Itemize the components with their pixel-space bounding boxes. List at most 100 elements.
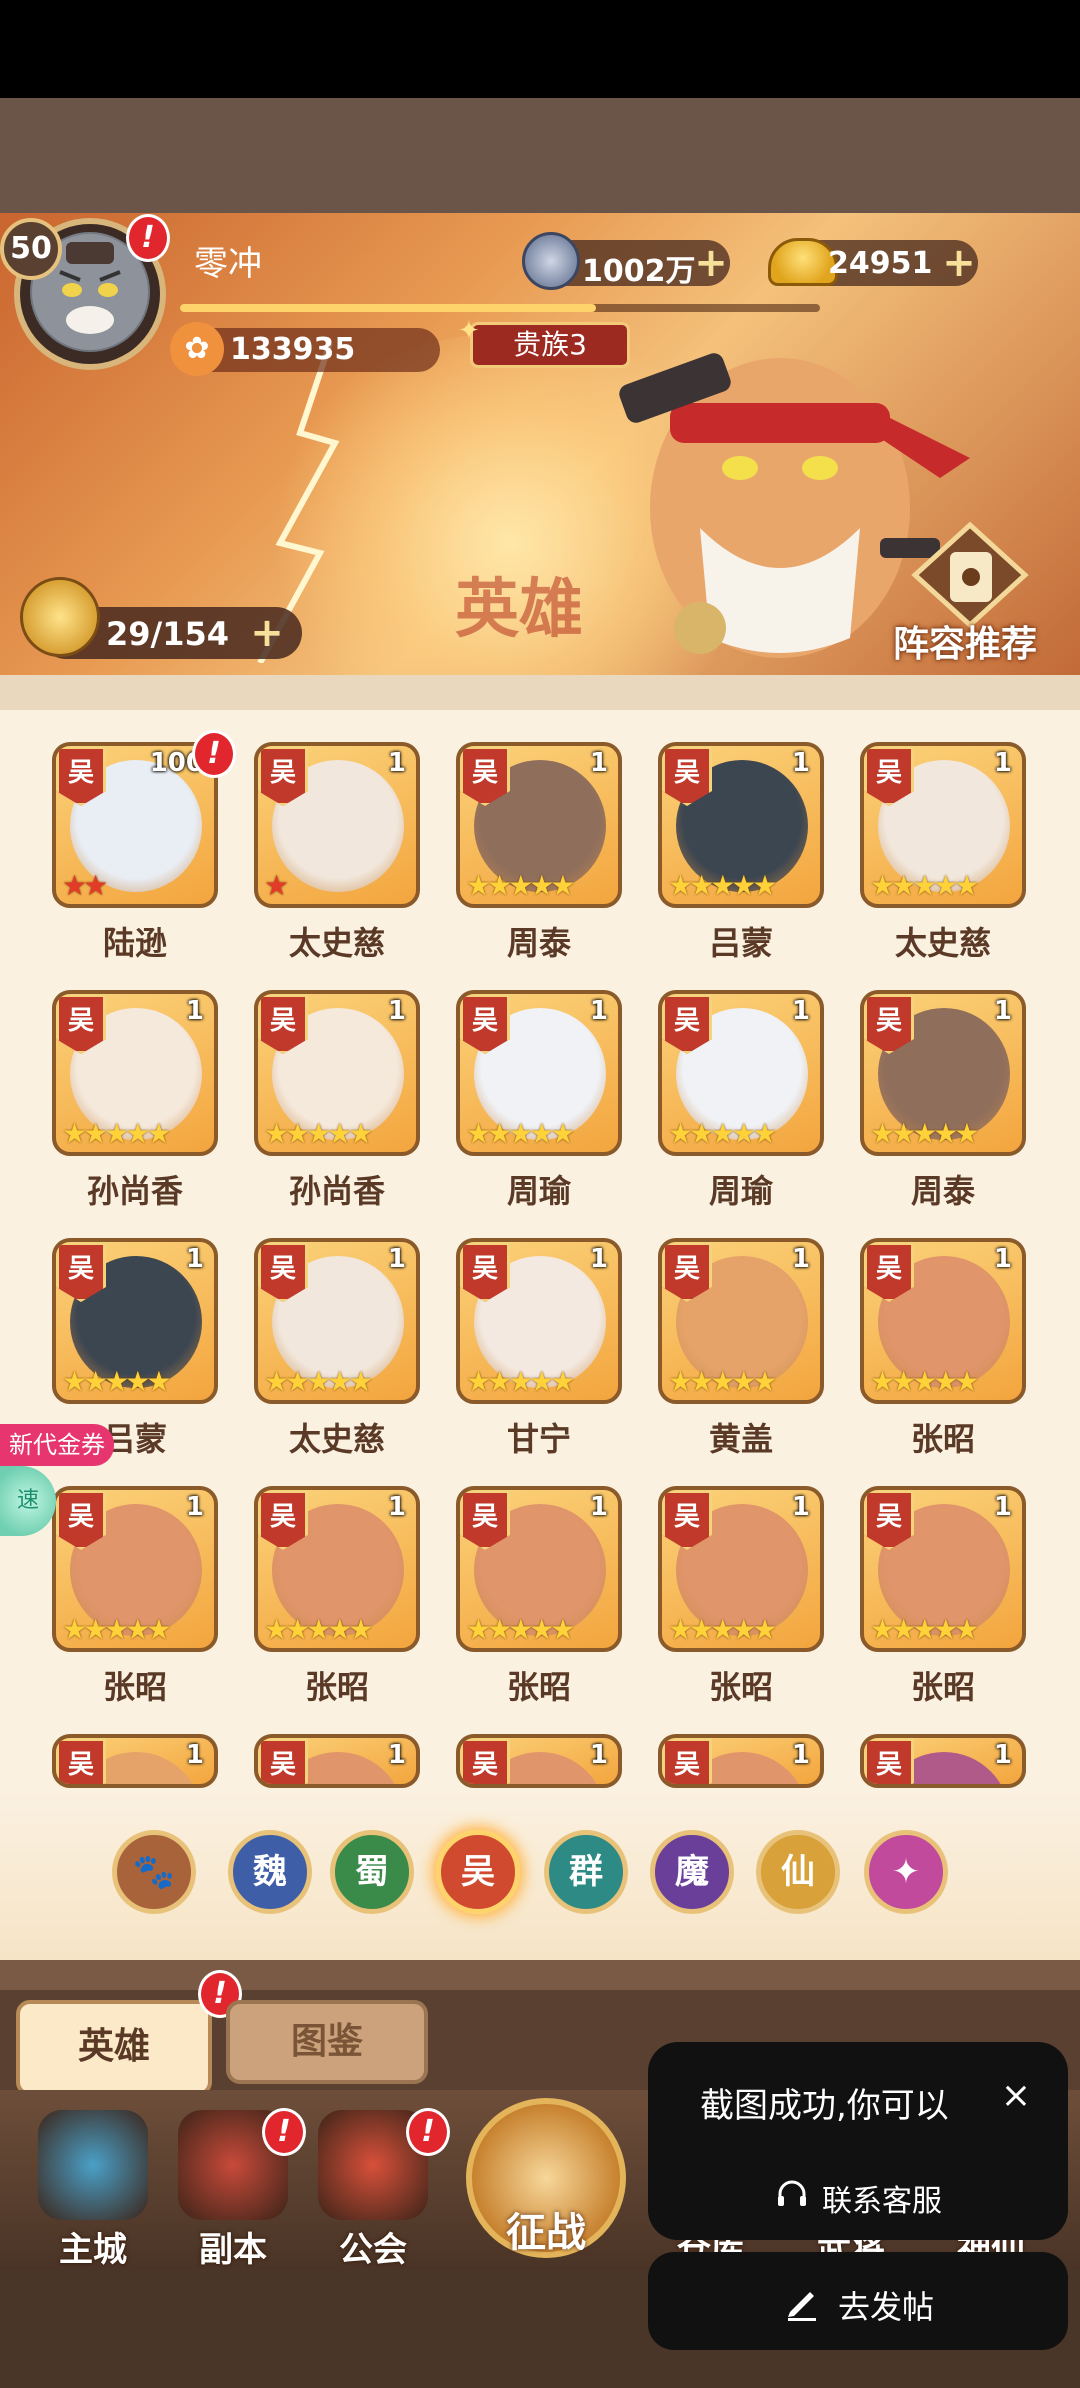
hero-card[interactable]: 吴1 [658,1734,824,1788]
coupon-badge[interactable]: 新代金券 [0,1424,114,1466]
hero-name: 张昭 [910,1668,975,1706]
faction-filter-qun[interactable]: 群 [544,1830,628,1914]
hero-card[interactable]: 吴 1 ★★★★★ [658,1238,824,1404]
hero-card[interactable]: 吴 1 ★★★★★ [860,1238,1026,1404]
star-rating: ★★★★★ [668,1365,777,1398]
status-bar [0,0,1080,98]
hero-card[interactable]: 吴 1 ★★★★★ [456,1238,622,1404]
nav-battle[interactable]: 征战 [466,2200,626,2258]
player-name: 零冲 [194,244,262,284]
star-rating: ★★★★★ [62,1117,171,1150]
top-band [0,98,1080,213]
star-rating: ★★★★★ [466,869,575,902]
hero-name: 孙尚香 [86,1172,183,1210]
hero-name: 张昭 [102,1668,167,1706]
hero-card[interactable]: 吴 1 ★★★★★ [52,1486,218,1652]
faction-filter-mystic[interactable]: ✦ [864,1830,948,1914]
hero-name: 吕蒙 [708,924,773,962]
hero-name: 周瑜 [708,1172,773,1210]
contact-support-button[interactable]: 联系客服 [822,2176,942,2220]
hero-card[interactable]: 吴1 [456,1734,622,1788]
hero-card[interactable]: 吴1 [860,1734,1026,1788]
hero-name: 太史慈 [894,924,991,962]
lineup-recommend-button[interactable]: 阵容推荐 [893,615,1037,667]
star-rating: ★★★★★ [870,1365,979,1398]
hero-card[interactable]: 吴 1 ★★★★★ [658,990,824,1156]
faction-filter-all[interactable]: 🐾 [112,1830,196,1914]
faction-flag: 吴 [56,1738,106,1784]
hero-card[interactable]: 吴 1 ★★★★★ [456,742,622,908]
hero-card[interactable]: 吴 100 ★★ [52,742,218,908]
hero-name: 太史慈 [288,924,385,962]
noble-badge[interactable]: 贵族3 [470,322,630,368]
hero-card[interactable]: 吴 1 ★★★★★ [254,990,420,1156]
hero-card[interactable]: 吴1 [52,1734,218,1788]
add-gold-button[interactable]: + [942,243,976,283]
star-rating: ★★★★★ [870,1613,979,1646]
faction-filter-wu[interactable]: 吴 [436,1830,520,1914]
hero-count-badge: 1 [993,748,1012,778]
hero-count-badge: 1 [993,996,1012,1026]
hero-card[interactable]: 吴 1 ★★★★★ [456,1486,622,1652]
hero-card[interactable]: 吴 1 ★★★★★ [254,1238,420,1404]
hero-card[interactable]: 吴 1 ★★★★★ [658,1486,824,1652]
hero-count-badge: 1 [387,1492,406,1522]
hero-count-badge: 1 [589,1244,608,1274]
faction-flag: 吴 [864,1738,914,1784]
hero-count-badge: 1 [993,1492,1012,1522]
faction-filter-wei[interactable]: 魏 [228,1830,312,1914]
gold-amount: 24951 [828,246,933,281]
castle-icon [38,2110,148,2220]
faction-filter-shu[interactable]: 蜀 [330,1830,414,1914]
hero-card[interactable]: 吴 1 ★★★★★ [52,990,218,1156]
power-value: 133935 [230,332,356,367]
hero-card[interactable]: 吴 1 ★★★★★ [658,742,824,908]
star-rating: ★★ [62,869,108,902]
lineup-card-icon[interactable] [910,520,1030,630]
hero-name: 周瑜 [506,1172,571,1210]
hero-card[interactable]: 吴 1 ★★★★★ [860,1486,1026,1652]
faction-filter-xian[interactable]: 仙 [756,1830,840,1914]
hero-count-badge: 1 [791,748,810,778]
hero-card[interactable]: 吴 1 ★★★★★ [456,990,622,1156]
hero-count-badge: 1 [185,1492,204,1522]
hero-count: 29/154 [106,615,230,653]
nav-item[interactable]: 主城 [18,2110,168,2270]
star-rating: ★★★★★ [62,1613,171,1646]
tab-codex[interactable]: 图鉴 [226,2000,428,2084]
hero-card[interactable]: 吴 1 ★★★★★ [254,1486,420,1652]
sparkle-icon: ✦ [458,316,480,346]
hero-count-badge: 1 [185,996,204,1026]
hero-count-badge: 1 [185,1244,204,1274]
hero-card[interactable]: 吴1 [254,1734,420,1788]
star-rating: ★★★★★ [668,1613,777,1646]
hero-card[interactable]: 吴 1 ★★★★★ [860,990,1026,1156]
go-post-button[interactable]: 去发帖 [838,2282,934,2328]
headset-icon [778,2180,806,2206]
level-badge: 50 [0,218,62,280]
hero-name: 孙尚香 [288,1172,385,1210]
star-rating: ★★★★★ [870,1117,979,1150]
star-rating: ★★★★★ [668,1117,777,1150]
list-header-stripe [0,675,1080,710]
pen-icon [788,2292,816,2321]
hero-name: 周泰 [506,924,571,962]
faction-flag: 吴 [460,1738,510,1784]
hero-name: 张昭 [708,1668,773,1706]
toast-message: 截图成功,你可以 [700,2086,949,2126]
xp-bar-fill [180,304,596,312]
add-coin-button[interactable]: + [694,243,728,283]
hero-card[interactable]: 吴 1 ★★★★★ [860,742,1026,908]
nav-label: 副本 [199,2230,267,2270]
close-icon[interactable]: × [998,2078,1034,2114]
faction-flag: 吴 [662,1738,712,1784]
hero-card[interactable]: 吴 1 ★★★★★ [52,1238,218,1404]
hero-count-badge: 1 [387,996,406,1026]
add-hero-slot-button[interactable]: + [250,613,284,653]
bottom-strip [0,1960,1080,1990]
faction-filter-mo[interactable]: 魔 [650,1830,734,1914]
nav-label: 主城 [59,2230,127,2270]
star-rating: ★★★★★ [264,1117,373,1150]
hero-card[interactable]: 吴 1 ★ [254,742,420,908]
tab-hero[interactable]: 英雄 [16,2000,212,2096]
